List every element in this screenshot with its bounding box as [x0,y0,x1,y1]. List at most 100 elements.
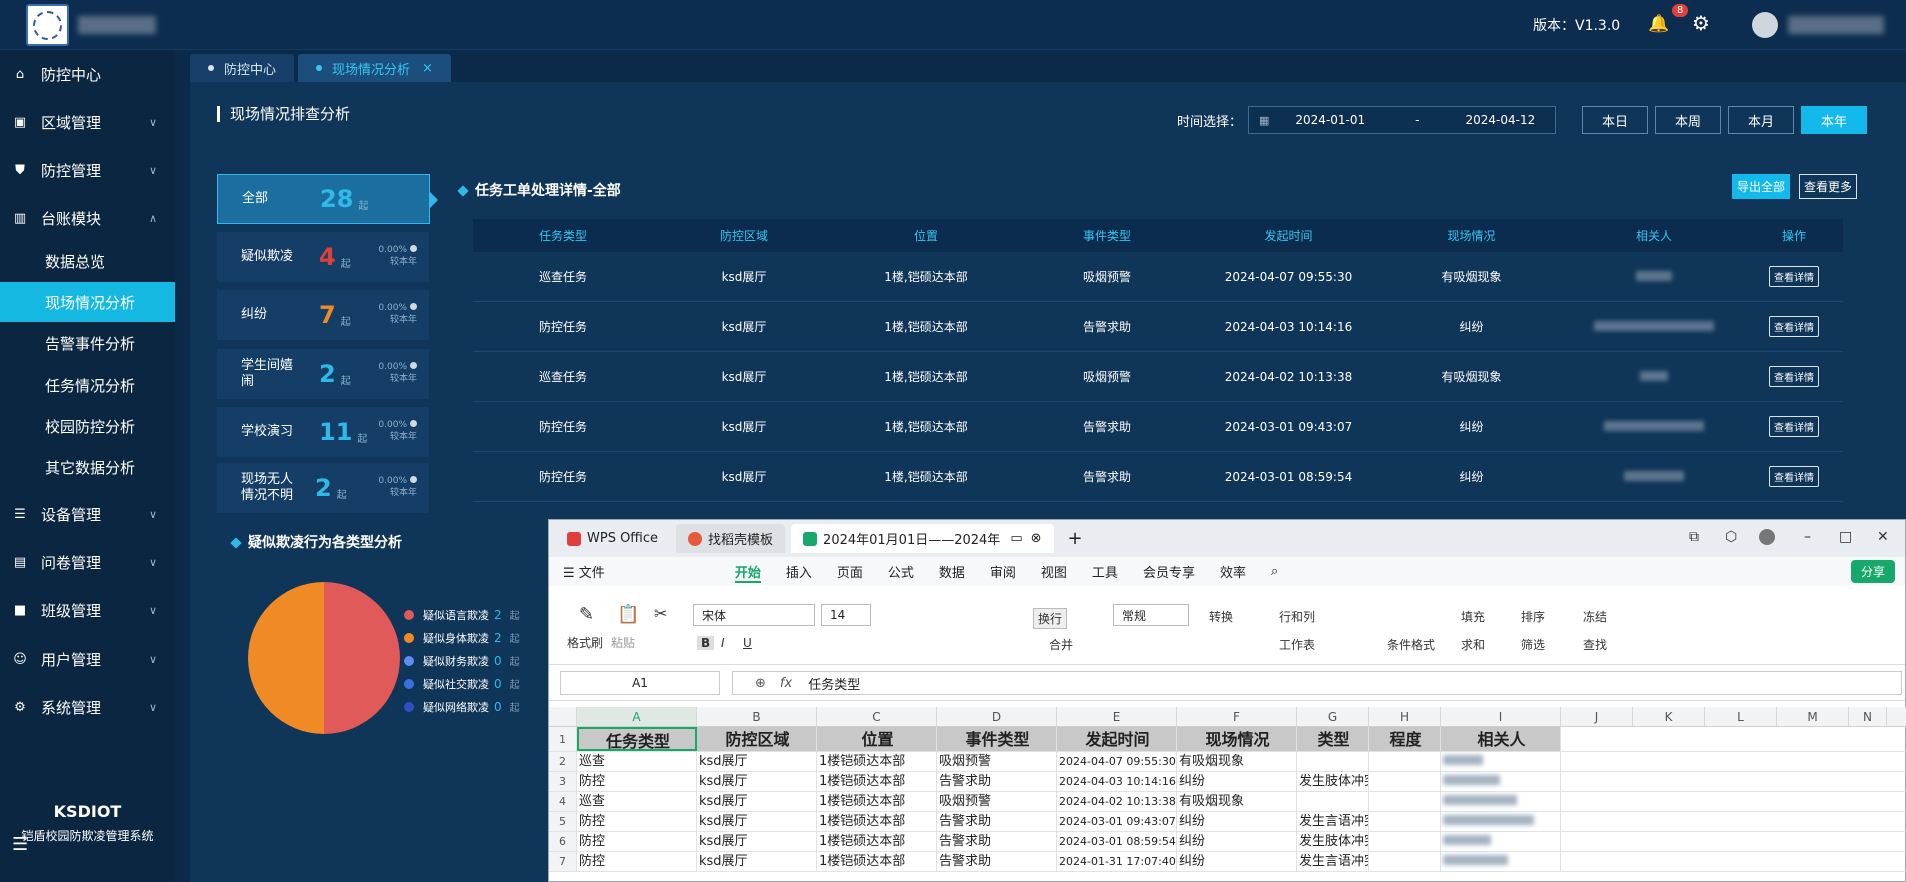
menu-formula[interactable]: 公式 [888,562,914,581]
sheet-cell[interactable]: 纠纷 [1177,812,1297,831]
sheet-cell[interactable]: 告警求助 [937,832,1057,851]
view-detail-button[interactable]: 查看详情 [1769,316,1819,337]
legend-item[interactable]: 疑似社交欺凌 0 起 [404,672,520,695]
period-month-button[interactable]: 本月 [1728,106,1794,134]
date-end[interactable]: 2024-04-12 [1466,113,1536,127]
wrap-text-button[interactable]: 换行 [1033,608,1068,629]
user-avatar-icon[interactable] [1759,529,1775,545]
sidebar-item-survey[interactable]: ▤ 问卷管理 ∨ [0,542,175,582]
bell-icon[interactable]: 🔔 [1648,14,1669,34]
date-range-picker[interactable]: ▦ 2024-01-01 - 2024-04-12 [1248,106,1556,134]
username-blurred[interactable] [1788,16,1884,34]
sheet-cell[interactable]: ksd展厅 [697,792,817,811]
sheet-cell[interactable]: 纠纷 [1177,852,1297,871]
sheet-cell[interactable] [1297,792,1369,811]
avatar[interactable] [1752,12,1778,38]
worksheet-button[interactable]: 工作表 [1279,636,1315,653]
close-icon[interactable]: × [422,61,433,76]
cut-icon[interactable]: ✂ [654,604,667,623]
sidebar-sub-data-overview[interactable]: 数据总览 [0,241,175,281]
merge-button[interactable]: 合并 [1049,636,1073,653]
sheet-cell[interactable]: 防控 [577,772,697,791]
legend-item[interactable]: 疑似财务欺凌 0 起 [404,649,520,672]
sheet-cell[interactable]: 发生言语冲突 [1297,812,1369,831]
share-button[interactable]: 分享 [1850,560,1895,583]
sheet-cell[interactable]: 2024-01-31 17:07:40 [1057,852,1177,871]
font-name-select[interactable]: 宋体 [693,604,815,626]
view-detail-button[interactable]: 查看详情 [1769,416,1819,437]
sidebar-item-ledger[interactable]: ▥ 台账模块 ∧ [0,198,175,238]
sheet-cell[interactable]: 1楼铠硕达本部 [817,852,937,871]
sheet-cell[interactable]: 发生肢体冲突 [1297,832,1369,851]
menu-page[interactable]: 页面 [837,562,863,581]
view-detail-button[interactable]: 查看详情 [1769,266,1819,287]
italic-icon[interactable]: I [721,636,725,650]
stat-card-suspected-bullying[interactable]: 疑似欺凌 4 起 0.00% 较本年 [217,232,429,282]
sheet-cell[interactable]: 纠纷 [1177,772,1297,791]
wps-tab-office[interactable]: WPS Office [555,524,670,553]
sheet-cell[interactable] [1441,772,1561,791]
pie-slice-0[interactable] [324,582,400,734]
name-box[interactable]: A1 [560,671,720,695]
close-icon[interactable]: ⊗ [1031,531,1042,546]
sheet-cell[interactable]: ksd展厅 [697,772,817,791]
sheet-cell[interactable]: 1楼铠硕达本部 [817,792,937,811]
sidebar-item-prevention-center[interactable]: ⌂ 防控中心 [0,54,175,94]
sheet-cell[interactable] [1369,772,1441,791]
row-number[interactable]: 2 [549,752,577,771]
sheet-cell[interactable]: 纠纷 [1177,832,1297,851]
tab-prevention-center[interactable]: 防控中心 [190,54,295,82]
sheet-cell[interactable]: 1楼铠硕达本部 [817,812,937,831]
sort-button[interactable]: 排序 [1521,608,1545,625]
sidebar-item-class[interactable]: ■ 班级管理 ∨ [0,590,175,630]
pie-slice-1[interactable] [248,582,324,734]
sheet-cell[interactable] [1369,752,1441,771]
row-number[interactable]: 6 [549,832,577,851]
legend-item[interactable]: 疑似语言欺凌 2 起 [404,603,520,626]
sidebar-sub-task-analysis[interactable]: 任务情况分析 [0,365,175,405]
format-painter-button[interactable]: 格式刷 [567,634,603,651]
sheet-cell[interactable] [1297,752,1369,771]
tab-site-analysis[interactable]: 现场情况分析 × [298,54,451,82]
sheet-cell[interactable]: 有吸烟现象 [1177,792,1297,811]
sheet-cell[interactable]: ksd展厅 [697,852,817,871]
conditional-format-button[interactable]: 条件格式 [1387,636,1435,653]
fill-button[interactable]: 填充 [1461,608,1485,625]
sheet-cell[interactable]: 巡查 [577,792,697,811]
menu-tools[interactable]: 工具 [1092,562,1118,581]
sheet-cell[interactable]: 巡查 [577,752,697,771]
sheet-cell[interactable]: ksd展厅 [697,812,817,831]
menu-view[interactable]: 视图 [1041,562,1067,581]
sheet-cell[interactable]: 发生肢体冲突 [1297,772,1369,791]
sheet-cell[interactable] [1441,792,1561,811]
sidebar-sub-alarm-analysis[interactable]: 告警事件分析 [0,323,175,363]
find-button[interactable]: 查找 [1583,636,1607,653]
sheet-cell[interactable]: 2024-04-07 09:55:30 [1057,752,1177,771]
cube-icon[interactable]: ⬡ [1725,529,1737,545]
stat-card-dispute[interactable]: 纠纷 7 起 0.00% 较本年 [217,290,429,340]
stat-card-student-play[interactable]: 学生间嬉闹 2 起 0.00% 较本年 [217,349,429,399]
row-number[interactable]: 3 [549,772,577,791]
sheet-cell[interactable]: ksd展厅 [697,752,817,771]
menu-insert[interactable]: 插入 [786,562,812,581]
search-icon[interactable]: ⌕ [1271,564,1278,579]
view-detail-button[interactable]: 查看详情 [1769,466,1819,487]
sheet-cell[interactable]: 告警求助 [937,812,1057,831]
view-detail-button[interactable]: 查看详情 [1769,366,1819,387]
sheet-cell[interactable]: 2024-03-01 08:59:54 [1057,832,1177,851]
copy-window-icon[interactable]: ⧉ [1689,529,1699,545]
menu-file[interactable]: ☰ 文件 [563,562,605,581]
menu-efficiency[interactable]: 效率 [1220,562,1246,581]
sheet-cell[interactable] [1369,812,1441,831]
menu-home[interactable]: 开始 [734,562,761,583]
maximize-icon[interactable]: □ [1839,529,1852,545]
paste-button[interactable]: 粘贴 [611,634,635,651]
sheet-cell[interactable]: 2024-03-01 09:43:07 [1057,812,1177,831]
sheet-cell[interactable]: 1楼铠硕达本部 [817,752,937,771]
sheet-cell[interactable]: 防控 [577,852,697,871]
sheet-cell[interactable]: 吸烟预警 [937,792,1057,811]
close-window-icon[interactable]: ✕ [1877,529,1889,545]
sheet-cell[interactable]: 告警求助 [937,772,1057,791]
period-week-button[interactable]: 本周 [1655,106,1721,134]
underline-icon[interactable]: U [743,636,752,650]
